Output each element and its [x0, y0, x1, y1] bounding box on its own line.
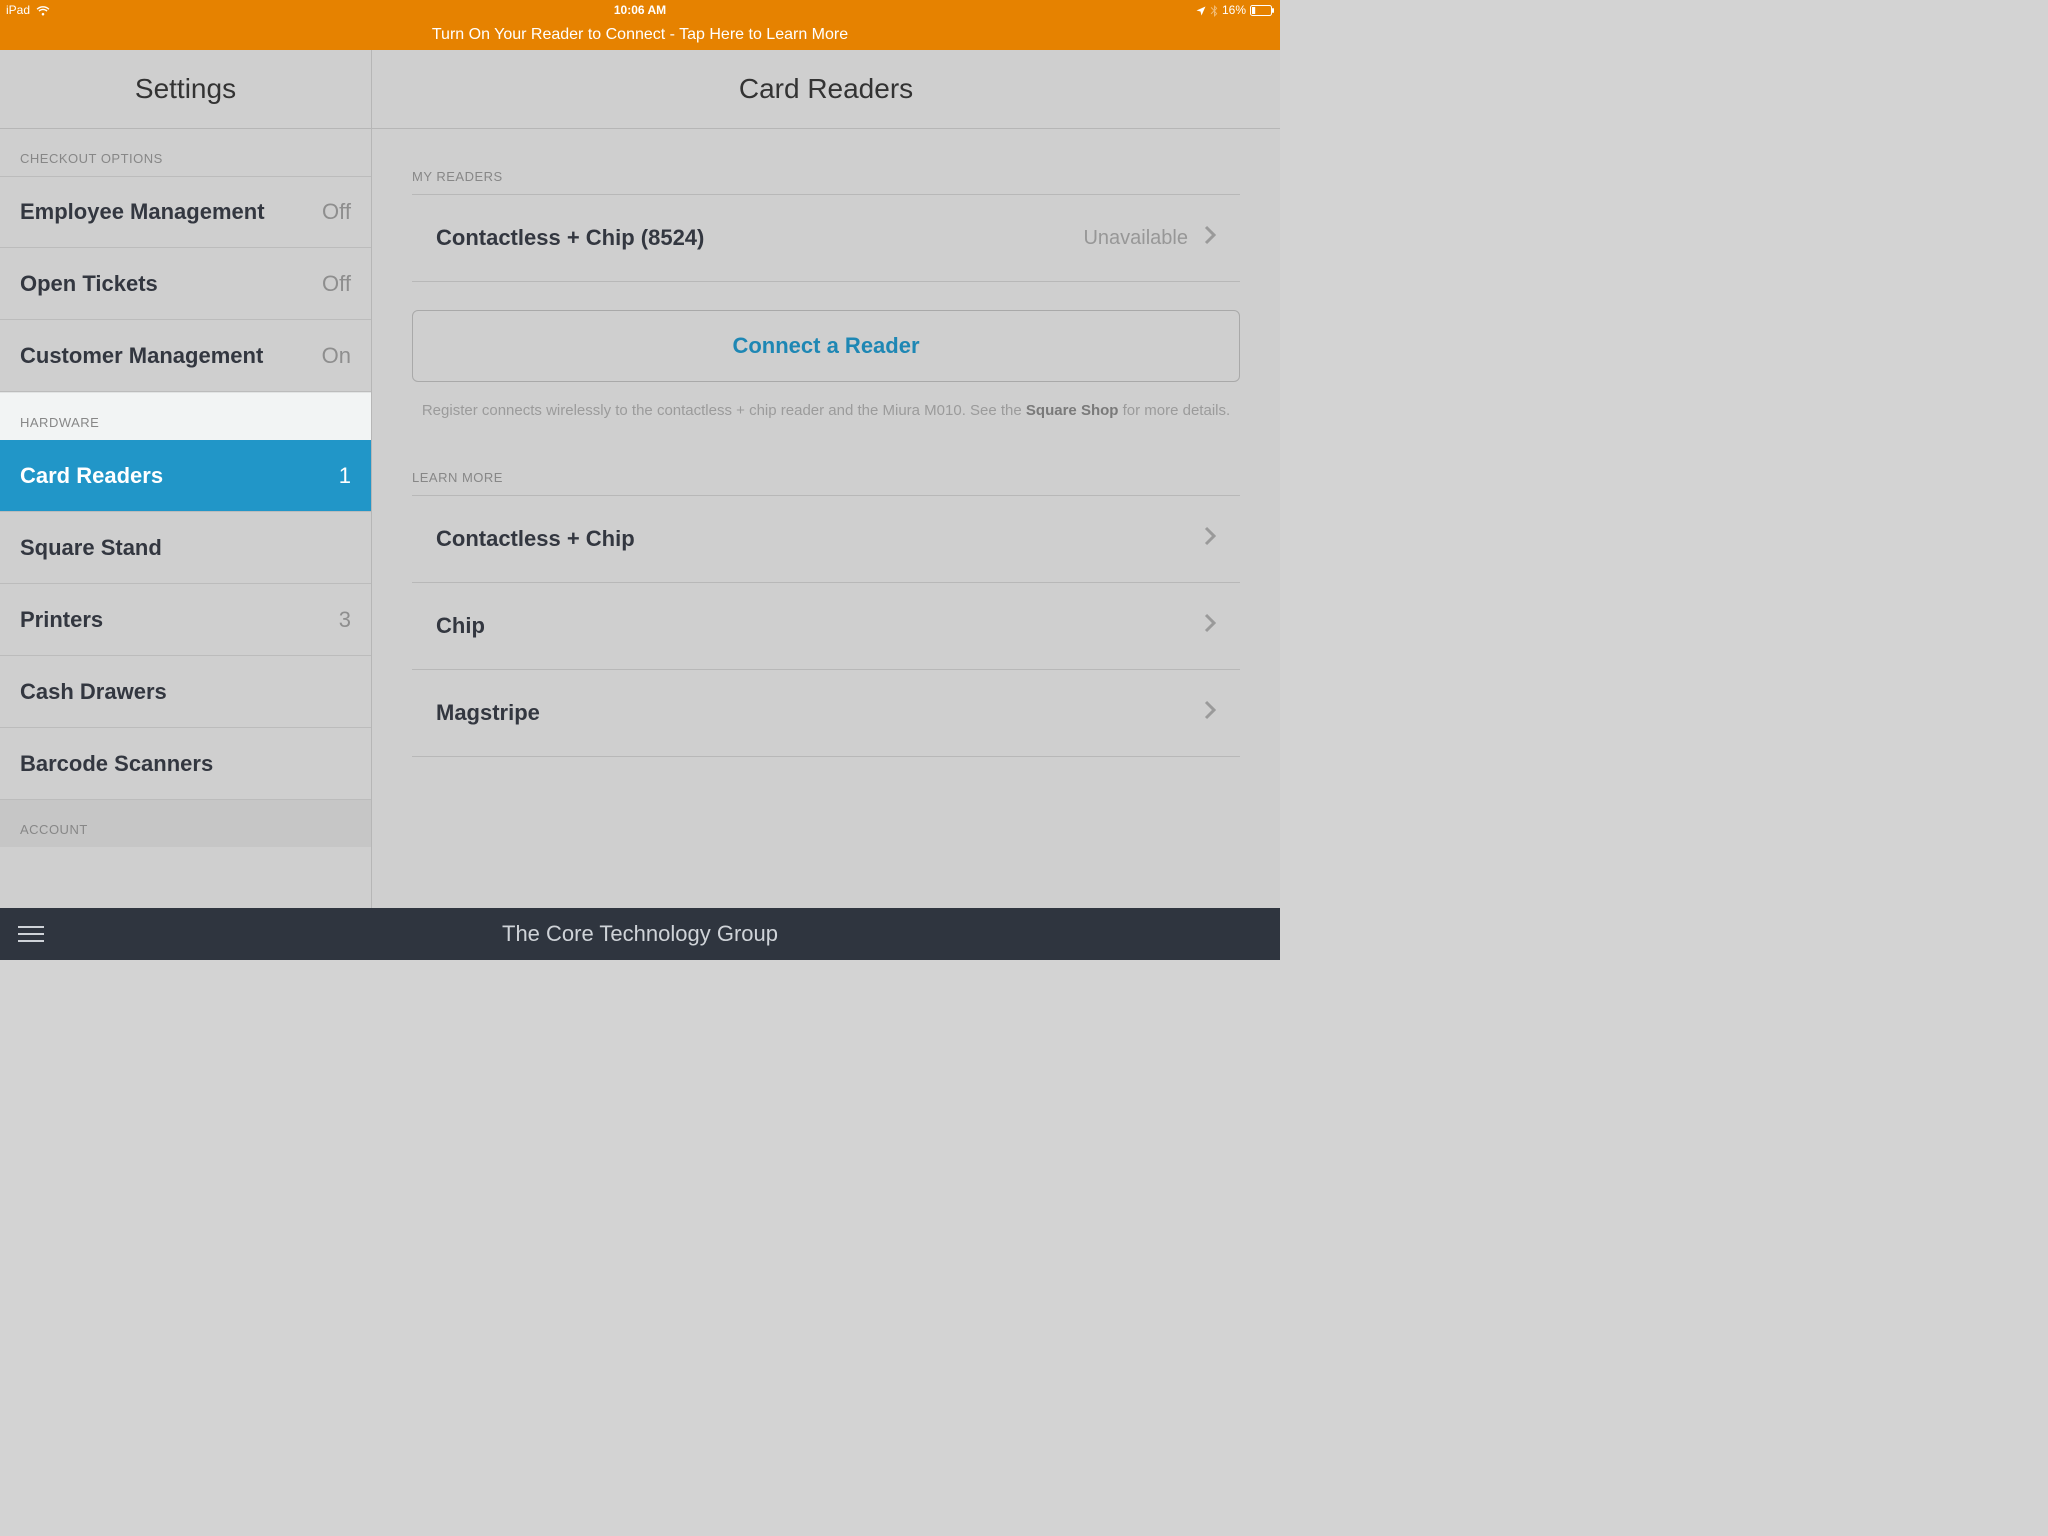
sidebar-title: Settings — [0, 50, 371, 129]
my-readers-header: MY READERS — [412, 129, 1240, 194]
sidebar-item-value: Off — [322, 271, 351, 297]
location-icon — [1196, 3, 1206, 17]
sidebar-item-label: Cash Drawers — [20, 679, 167, 705]
sidebar-item-employee-management[interactable]: Employee Management Off — [0, 176, 371, 248]
sidebar-item-label: Customer Management — [20, 343, 263, 369]
sidebar-item-label: Square Stand — [20, 535, 162, 561]
bluetooth-icon — [1210, 3, 1218, 17]
connect-reader-label: Connect a Reader — [732, 333, 919, 359]
chevron-right-icon — [1204, 526, 1216, 551]
status-bar: iPad 10:06 AM 16% — [0, 0, 1280, 20]
sidebar-item-barcode-scanners[interactable]: Barcode Scanners — [0, 728, 371, 800]
footer-text: The Core Technology Group — [502, 921, 778, 947]
device-label: iPad — [6, 3, 30, 17]
banner-text: Turn On Your Reader to Connect - Tap Her… — [432, 26, 848, 44]
connect-reader-button[interactable]: Connect a Reader — [412, 310, 1240, 382]
chevron-right-icon — [1204, 225, 1216, 251]
learn-more-contactless-chip[interactable]: Contactless + Chip — [412, 496, 1240, 583]
sidebar-item-cash-drawers[interactable]: Cash Drawers — [0, 656, 371, 728]
sidebar-item-value: 1 — [339, 463, 351, 489]
sidebar-item-open-tickets[interactable]: Open Tickets Off — [0, 248, 371, 320]
connect-banner[interactable]: Turn On Your Reader to Connect - Tap Her… — [0, 20, 1280, 50]
settings-sidebar: Settings CHECKOUT OPTIONS Employee Manag… — [0, 50, 372, 908]
section-header-account: ACCOUNT — [0, 800, 371, 847]
sidebar-item-printers[interactable]: Printers 3 — [0, 584, 371, 656]
sidebar-item-label: Card Readers — [20, 463, 163, 489]
content-title: Card Readers — [372, 50, 1280, 129]
learn-more-label: Contactless + Chip — [436, 526, 635, 552]
learn-more-magstripe[interactable]: Magstripe — [412, 670, 1240, 757]
wifi-icon — [36, 3, 50, 17]
sidebar-item-label: Open Tickets — [20, 271, 158, 297]
reader-name: Contactless + Chip (8524) — [436, 225, 704, 251]
sidebar-item-value: On — [322, 343, 351, 369]
learn-more-header: LEARN MORE — [412, 440, 1240, 495]
sidebar-item-value: Off — [322, 199, 351, 225]
section-header-checkout: CHECKOUT OPTIONS — [0, 129, 371, 176]
sidebar-item-square-stand[interactable]: Square Stand — [0, 512, 371, 584]
hamburger-icon[interactable] — [18, 926, 44, 942]
battery-icon — [1250, 3, 1274, 17]
chevron-right-icon — [1204, 613, 1216, 638]
section-header-hardware: HARDWARE — [0, 392, 371, 440]
learn-more-chip[interactable]: Chip — [412, 583, 1240, 670]
footer-bar: The Core Technology Group — [0, 908, 1280, 960]
learn-more-label: Chip — [436, 613, 485, 639]
sidebar-item-card-readers[interactable]: Card Readers 1 — [0, 440, 371, 512]
reader-status: Unavailable — [1083, 227, 1188, 250]
helper-text: Register connects wirelessly to the cont… — [412, 400, 1240, 440]
learn-more-label: Magstripe — [436, 700, 540, 726]
battery-label: 16% — [1222, 3, 1246, 17]
clock: 10:06 AM — [614, 3, 666, 17]
sidebar-item-label: Employee Management — [20, 199, 265, 225]
sidebar-item-customer-management[interactable]: Customer Management On — [0, 320, 371, 392]
reader-row[interactable]: Contactless + Chip (8524) Unavailable — [412, 195, 1240, 282]
content-panel: Card Readers MY READERS Contactless + Ch… — [372, 50, 1280, 908]
sidebar-item-value: 3 — [339, 607, 351, 633]
chevron-right-icon — [1204, 700, 1216, 725]
sidebar-item-label: Printers — [20, 607, 103, 633]
sidebar-item-label: Barcode Scanners — [20, 751, 213, 777]
